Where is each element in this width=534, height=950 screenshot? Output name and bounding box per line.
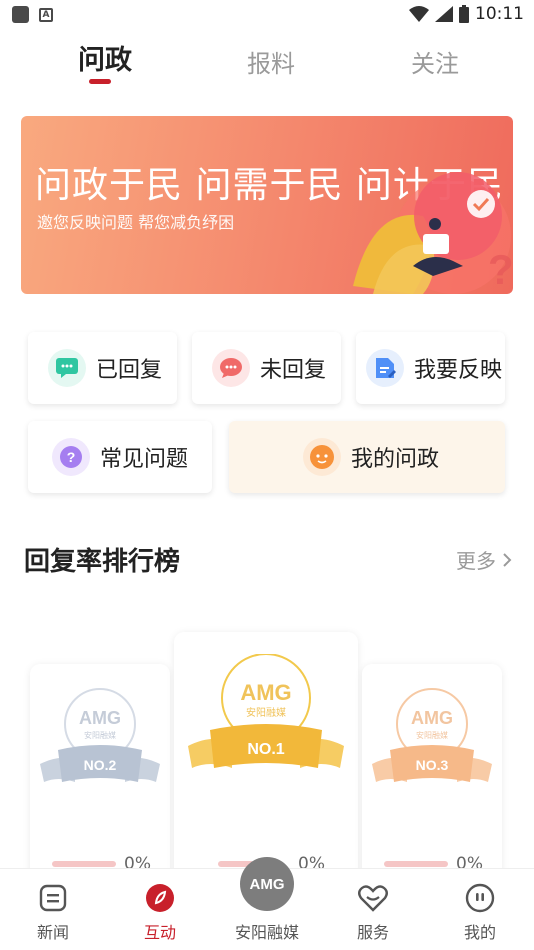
a-notification-icon: A: [39, 7, 53, 22]
my-wenzheng-icon: [303, 438, 341, 476]
svg-text:NO.2: NO.2: [84, 757, 117, 773]
silver-medal-icon: AMG 安阳融媒 NO.2: [40, 688, 160, 782]
gold-medal-icon: AMG 安阳融媒 NO.1: [188, 654, 344, 768]
signal-icon: [435, 6, 453, 22]
ranking-title: 回复率排行榜: [24, 547, 181, 577]
nav-service[interactable]: 服务: [328, 883, 418, 943]
status-time: 10:11: [475, 4, 524, 24]
nav-interact[interactable]: 互动: [115, 883, 205, 943]
bottom-navigation: 新闻 互动 安阳融媒 AMG 服务 我的: [0, 857, 534, 950]
active-tab-indicator: [89, 79, 111, 84]
news-icon: [39, 884, 67, 912]
svg-text:安阳融媒: 安阳融媒: [416, 730, 448, 740]
my-wenzheng-button[interactable]: 我的问政: [229, 421, 505, 493]
nav-news[interactable]: 新闻: [8, 883, 98, 943]
nav-mine[interactable]: 我的: [435, 883, 525, 943]
top-tabs: 问政 报料 关注: [0, 38, 534, 88]
tab-wenzheng[interactable]: 问政: [78, 38, 132, 77]
more-link[interactable]: 更多: [456, 545, 512, 574]
document-edit-icon: [366, 349, 404, 387]
svg-text:安阳融媒: 安阳融媒: [84, 730, 116, 740]
banner-subtitle: 邀您反映问题 帮您减负纾困: [37, 213, 235, 232]
svg-text:NO.1: NO.1: [247, 741, 284, 758]
svg-text:?: ?: [488, 246, 513, 293]
more-label: 更多: [456, 549, 496, 573]
unreplied-button[interactable]: 未回复: [192, 332, 341, 404]
banner-illustration-icon: ?: [353, 172, 513, 294]
replied-label: 已回复: [96, 358, 163, 383]
service-heart-icon: [358, 885, 388, 912]
chevron-right-icon: [503, 552, 512, 567]
question-icon: ?: [52, 438, 90, 476]
rank-card-2[interactable]: AMG 安阳融媒 NO.2 0%: [30, 664, 170, 884]
svg-text:?: ?: [67, 449, 76, 465]
battery-icon: [459, 5, 469, 23]
svg-text:AMG: AMG: [240, 680, 291, 705]
unreplied-label: 未回复: [260, 358, 327, 383]
interact-icon: [146, 884, 174, 912]
amg-logo-icon[interactable]: AMG: [240, 857, 294, 911]
svg-text:AMG: AMG: [411, 708, 453, 728]
rate-bar: [384, 861, 448, 867]
status-bar: A 10:11: [0, 0, 534, 28]
faq-button[interactable]: ? 常见问题: [28, 421, 212, 493]
svg-text:安阳融媒: 安阳融媒: [246, 706, 286, 719]
replied-button[interactable]: 已回复: [28, 332, 177, 404]
svg-text:AMG: AMG: [79, 708, 121, 728]
my-wenzheng-label: 我的问政: [351, 447, 440, 472]
rank-card-1[interactable]: AMG 安阳融媒 NO.1 0%: [174, 632, 358, 884]
rank-card-3[interactable]: AMG 安阳融媒 NO.3 0%: [362, 664, 502, 884]
report-button[interactable]: 我要反映: [356, 332, 505, 404]
notification-icon: [12, 6, 29, 23]
wifi-icon: [409, 6, 429, 22]
tab-baoliao[interactable]: 报料: [247, 44, 295, 79]
svg-text:NO.3: NO.3: [416, 757, 449, 773]
report-label: 我要反映: [414, 358, 503, 383]
unreplied-bubble-icon: [212, 349, 250, 387]
bronze-medal-icon: AMG 安阳融媒 NO.3: [372, 688, 492, 782]
chat-bubble-icon: [48, 349, 86, 387]
app-screen: A 10:11 问政 报料 关注 问政于民 问需于民 问计于民 邀您反映问题 帮…: [0, 0, 534, 950]
profile-icon: [465, 883, 495, 913]
faq-label: 常见问题: [100, 447, 189, 472]
tab-guanzhu[interactable]: 关注: [411, 44, 459, 79]
rate-bar: [52, 861, 116, 867]
promo-banner[interactable]: 问政于民 问需于民 问计于民 邀您反映问题 帮您减负纾困 ?: [21, 116, 513, 294]
